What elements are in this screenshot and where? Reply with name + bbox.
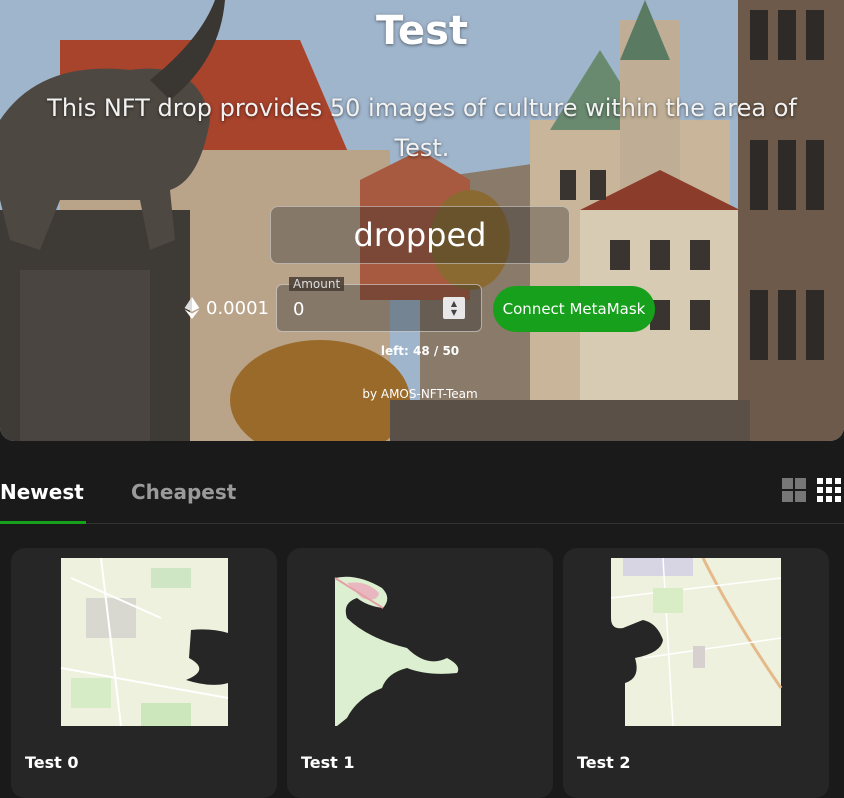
grid-small-icon[interactable] [817, 478, 841, 502]
nft-map-image [610, 558, 783, 726]
drop-description: This NFT drop provides 50 images of cult… [47, 94, 797, 162]
connect-metamask-button[interactable]: Connect MetaMask [493, 286, 655, 332]
author-credit: by AMOS-NFT-Team [362, 387, 478, 401]
price-display: 0.0001 [184, 296, 269, 320]
nft-map-image [60, 558, 229, 726]
amount-input[interactable] [293, 297, 433, 321]
nft-card-title: Test 0 [25, 753, 79, 772]
nft-map-image [334, 576, 459, 726]
hero-banner: Test This NFT drop provides 50 images of… [0, 0, 844, 441]
remaining-count: left: 48 / 50 [380, 344, 460, 358]
tab-cheapest[interactable]: Cheapest [131, 480, 236, 504]
nft-card-title: Test 1 [301, 753, 355, 772]
tab-newest[interactable]: Newest [0, 480, 84, 504]
stepper-up-icon[interactable]: ▲ [451, 299, 457, 308]
grid-large-icon[interactable] [782, 478, 806, 502]
stepper-down-icon[interactable]: ▼ [451, 308, 457, 317]
ethereum-icon [184, 297, 200, 319]
quantity-stepper[interactable]: ▲ ▼ [443, 297, 465, 319]
sort-tabs: Newest Cheapest [0, 470, 844, 524]
price-value: 0.0001 [206, 297, 269, 319]
drop-status-badge: dropped [270, 206, 570, 264]
nft-card[interactable]: Test 0 [11, 548, 277, 798]
nft-card[interactable]: Test 2 [563, 548, 829, 798]
amount-field: Amount ▲ ▼ [276, 277, 482, 332]
nft-card-title: Test 2 [577, 753, 631, 772]
active-tab-indicator [0, 521, 86, 524]
amount-label: Amount [289, 277, 345, 291]
drop-title: Test [375, 8, 469, 54]
nft-card[interactable]: Test 1 [287, 548, 553, 798]
